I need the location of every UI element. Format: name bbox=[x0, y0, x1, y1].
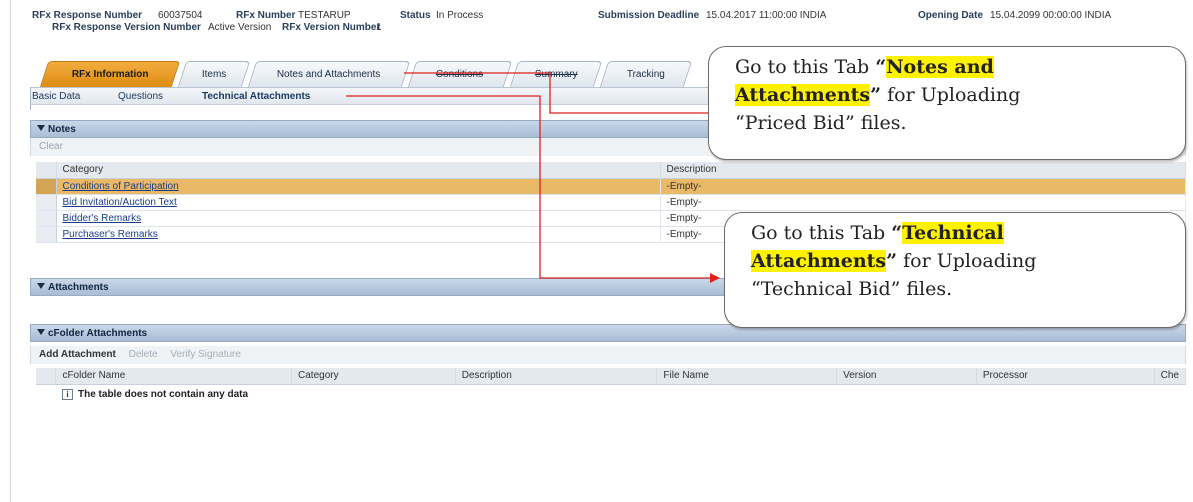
technical-callout: Go to this Tab “Technical Attachments” f… bbox=[724, 212, 1186, 328]
technical-highlight: Technical bbox=[902, 222, 1004, 244]
technical-arrow bbox=[346, 95, 720, 283]
attachments-highlight: Attachments bbox=[751, 250, 887, 272]
notes-highlight: Notes and bbox=[886, 56, 994, 78]
notes-callout: Go to this Tab “Notes and Attachments” f… bbox=[708, 46, 1186, 160]
attachments-highlight: Attachments bbox=[735, 84, 871, 106]
notes-arrow bbox=[404, 72, 720, 118]
